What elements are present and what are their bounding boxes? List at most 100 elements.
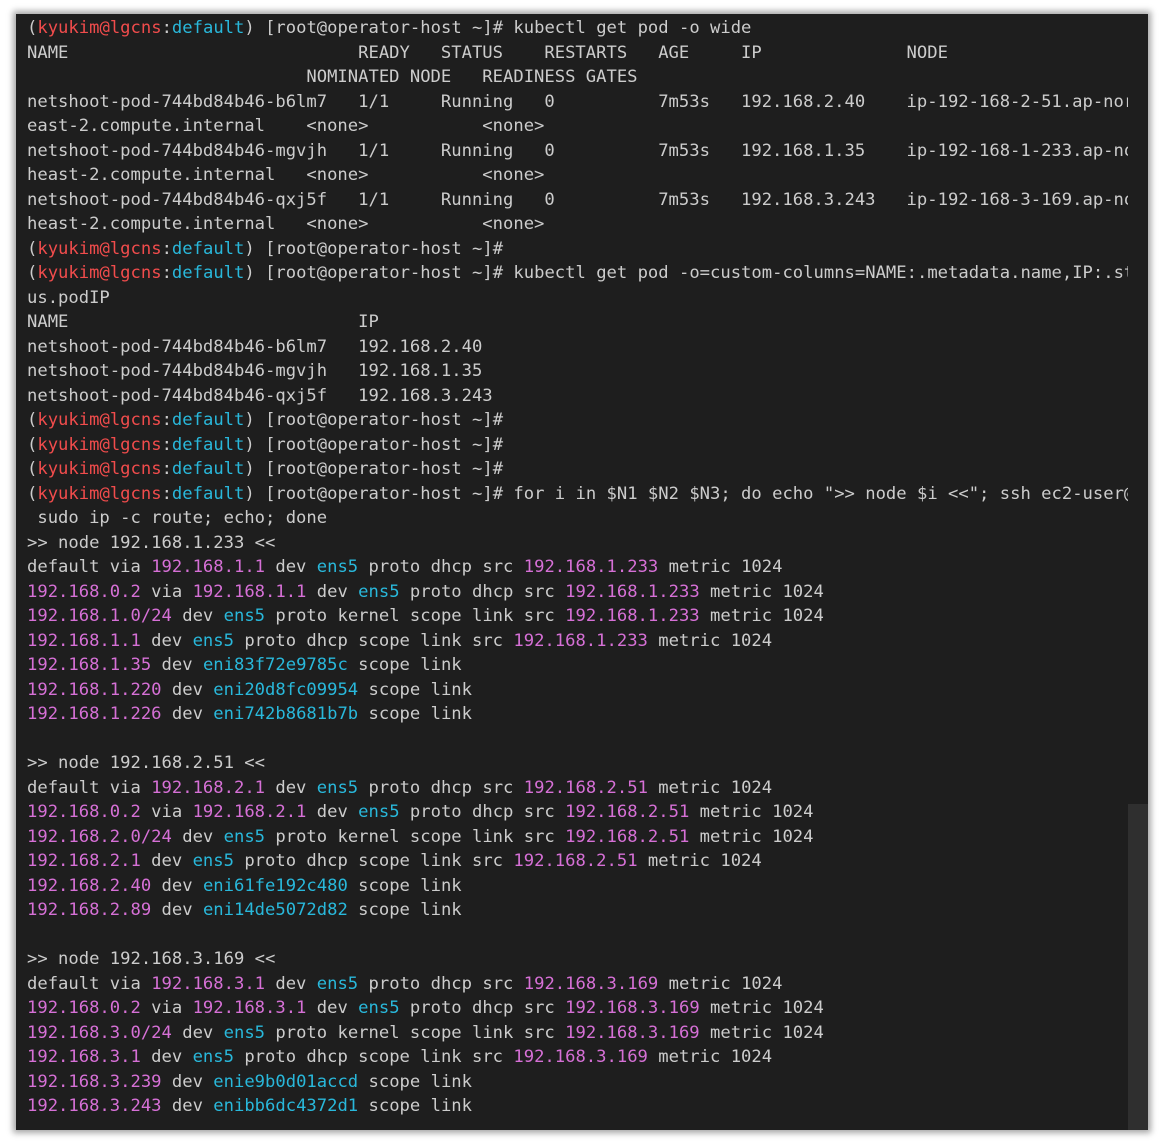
prompt-separator: : (161, 18, 172, 38)
prompt-separator: : (161, 459, 172, 479)
prompt-paren-open: ( (27, 238, 38, 259)
node-banner-text: >> node 192.168.2.51 << (27, 753, 265, 773)
route-interface: eni20d8fc09954 (213, 679, 359, 700)
route-proto: scope link (358, 704, 472, 724)
node-banner-text: >> node 192.168.1.233 << (27, 532, 276, 553)
route-dev-keyword: dev (306, 581, 359, 602)
prompt-root: [root@operator-host ~]# (265, 410, 504, 430)
prompt-user: kyukim (37, 238, 100, 259)
route-dev-keyword: dev (161, 1071, 214, 1092)
route-dev-keyword: dev (140, 630, 193, 651)
prompt-paren-open: ( (27, 483, 38, 504)
scrollbar[interactable] (1128, 14, 1148, 1130)
table-row: netshoot-pod-744bd84b46-mgvjh 1/1 Runnin… (27, 139, 1148, 164)
route-line: 192.168.3.243 dev enibb6dc4372d1 scope l… (27, 1094, 1127, 1119)
prompt-root: [root@operator-host ~]# (265, 238, 504, 259)
prompt-paren-open: ( (27, 18, 38, 38)
table-row-text: netshoot-pod-744bd84b46-qxj5f 1/1 Runnin… (27, 189, 1148, 210)
route-interface: enie9b0d01accd (213, 1071, 359, 1092)
route-proto: proto dhcp src (399, 581, 566, 602)
prompt-host: lgcns (109, 18, 162, 38)
route-metric: metric 1024 (647, 1047, 773, 1067)
route-destination: 192.168.1.226 (27, 704, 162, 724)
route-line: 192.168.1.0/24 dev ens5 proto kernel sco… (27, 604, 1127, 629)
route-dev-keyword: dev (265, 777, 317, 798)
route-destination: 192.168.2.40 (27, 875, 152, 896)
command-wrap-text: us.podIP (27, 287, 110, 308)
route-src: 192.168.3.169 (565, 998, 700, 1018)
prompt-line: (kyukim@lgcns:default) [root@operator-ho… (27, 457, 1127, 482)
prompt-host: lgcns (109, 263, 162, 283)
route-destination: 192.168.3.239 (27, 1071, 162, 1092)
route-line: 192.168.2.1 dev ens5 proto dhcp scope li… (27, 849, 1127, 874)
table-row: netshoot-pod-744bd84b46-qxj5f 192.168.3.… (27, 384, 1127, 409)
route-destination: 192.168.3.0/24 (27, 1022, 172, 1043)
route-dev-keyword: dev (265, 557, 317, 577)
command-wrap: us.podIP (27, 286, 1127, 311)
prompt-line: (kyukim@lgcns:default) [root@operator-ho… (27, 482, 1148, 507)
route-proto: proto dhcp src (399, 998, 566, 1018)
route-proto: proto kernel scope link src (265, 1022, 566, 1043)
table-row: netshoot-pod-744bd84b46-mgvjh 192.168.1.… (27, 359, 1127, 384)
prompt-at: @ (99, 18, 110, 38)
prompt-user: kyukim (37, 434, 100, 455)
prompt-context: default (171, 434, 245, 455)
prompt-at: @ (99, 459, 110, 479)
command-wrap-text: sudo ip -c route; echo; done (27, 508, 328, 528)
route-line: 192.168.3.239 dev enie9b0d01accd scope l… (27, 1070, 1127, 1095)
prompt-at: @ (99, 410, 110, 430)
table-row-text: netshoot-pod-744bd84b46-b6lm7 192.168.2.… (27, 336, 483, 357)
route-proto: proto dhcp src (358, 557, 524, 577)
route-line: default via 192.168.1.1 dev ens5 proto d… (27, 555, 1127, 580)
table-header-text: NOMINATED NODE READINESS GATES (27, 67, 638, 87)
command-text: kubectl get pod -o=custom-columns=NAME:.… (503, 263, 1148, 283)
prompt-paren-open: ( (27, 459, 38, 479)
route-interface: ens5 (192, 851, 234, 871)
prompt-context: default (171, 18, 245, 38)
prompt-separator: : (161, 410, 172, 430)
table-header: NAME READY STATUS RESTARTS AGE IP NODE (27, 41, 1127, 66)
table-row: netshoot-pod-744bd84b46-b6lm7 1/1 Runnin… (27, 90, 1148, 115)
prompt-paren-close: ) (244, 410, 266, 430)
route-src: 192.168.1.233 (565, 606, 700, 626)
route-dev-keyword: dev (161, 679, 214, 700)
route-line: 192.168.0.2 via 192.168.3.1 dev ens5 pro… (27, 996, 1127, 1021)
route-destination: 192.168.1.0/24 (27, 606, 172, 626)
route-src: 192.168.2.51 (565, 826, 690, 847)
route-src: 192.168.2.51 (513, 851, 638, 871)
prompt-line: (kyukim@lgcns:default) [root@operator-ho… (27, 237, 1127, 262)
route-gateway: 192.168.1.1 (151, 557, 266, 577)
route-dev-keyword: dev (151, 900, 203, 920)
table-row: netshoot-pod-744bd84b46-b6lm7 192.168.2.… (27, 335, 1127, 360)
route-metric: metric 1024 (658, 973, 783, 994)
terminal-output[interactable]: (kyukim@lgcns:default) [root@operator-ho… (27, 16, 1148, 1119)
prompt-at: @ (99, 434, 110, 455)
route-proto: scope link (358, 679, 472, 700)
prompt-separator: : (161, 238, 172, 259)
route-line: 192.168.1.35 dev eni83f72e9785c scope li… (27, 653, 1127, 678)
route-line: default via 192.168.2.1 dev ens5 proto d… (27, 776, 1127, 801)
route-src: 192.168.1.233 (565, 581, 700, 602)
node-banner: >> node 192.168.2.51 << (27, 751, 1127, 776)
route-line: 192.168.3.0/24 dev ens5 proto kernel sco… (27, 1021, 1127, 1046)
route-metric: metric 1024 (699, 1022, 824, 1043)
route-gateway: 192.168.3.1 (192, 998, 307, 1018)
prompt-paren-open: ( (27, 263, 38, 283)
route-interface: enibb6dc4372d1 (213, 1096, 359, 1116)
route-destination: 192.168.0.2 (27, 581, 141, 602)
node-banner: >> node 192.168.1.233 << (27, 531, 1127, 556)
prompt-separator: : (161, 483, 172, 504)
table-row: netshoot-pod-744bd84b46-qxj5f 1/1 Runnin… (27, 188, 1148, 213)
prompt-host: lgcns (109, 238, 162, 259)
route-default: default via (27, 557, 152, 577)
route-src: 192.168.2.51 (523, 777, 648, 798)
table-row-text: east-2.compute.internal <none> <none> (27, 116, 545, 136)
route-line: 192.168.1.220 dev eni20d8fc09954 scope l… (27, 678, 1127, 703)
prompt-at: @ (99, 238, 110, 259)
node-banner-text: >> node 192.168.3.169 << (27, 949, 276, 969)
table-row-text: netshoot-pod-744bd84b46-qxj5f 192.168.3.… (27, 385, 493, 406)
route-src: 192.168.1.233 (513, 630, 648, 651)
scrollbar-thumb[interactable] (1128, 804, 1148, 1130)
prompt-user: kyukim (37, 483, 100, 504)
